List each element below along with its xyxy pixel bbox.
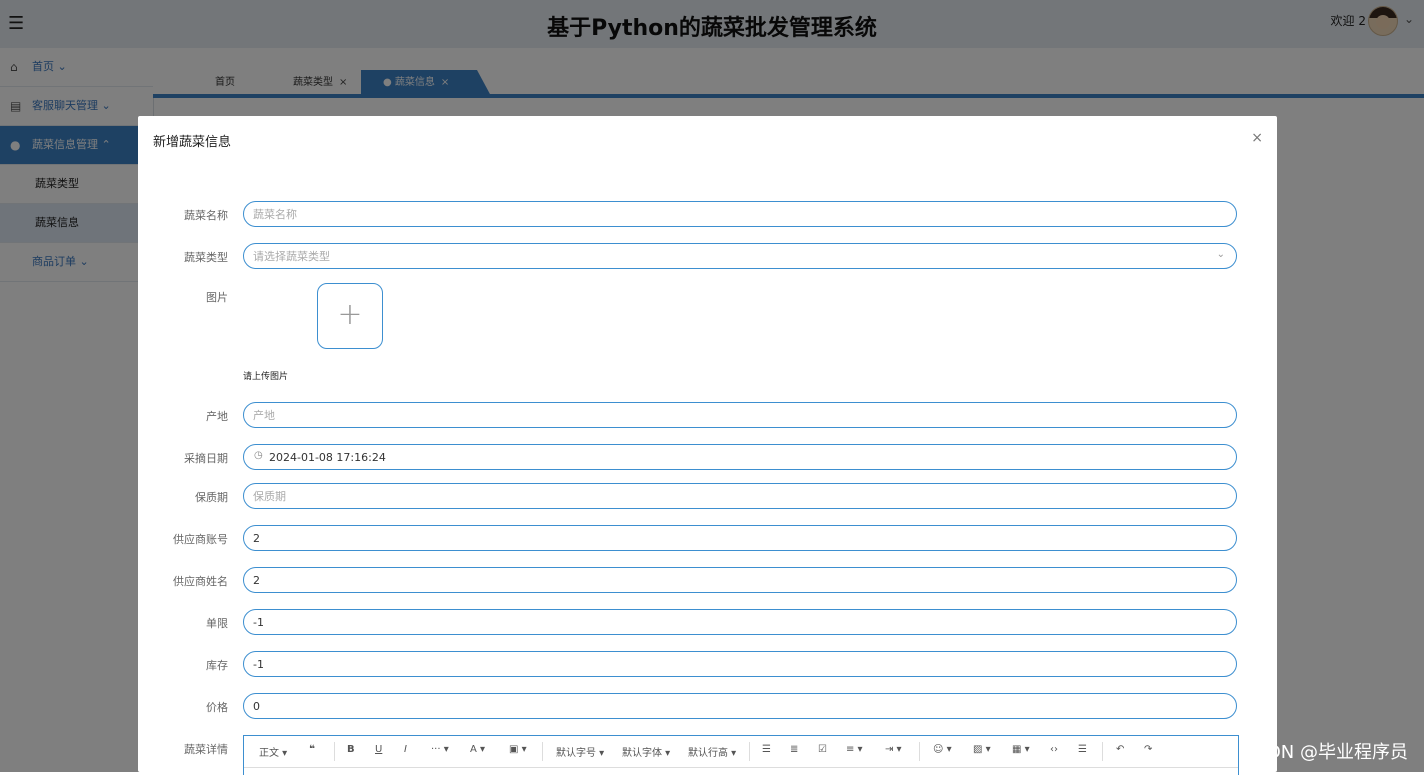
form-row-stock: 库存 bbox=[138, 651, 1277, 679]
indent-icon[interactable]: ⇥ ▾ bbox=[885, 744, 902, 755]
align-icon[interactable]: ≡ ▾ bbox=[846, 744, 863, 755]
form-row-origin: 产地 bbox=[138, 402, 1277, 430]
upload-hint: 请上传图片 bbox=[243, 372, 289, 382]
image-icon[interactable]: ▨ ▾ bbox=[973, 744, 991, 755]
form-row-supplier-name: 供应商姓名 bbox=[138, 567, 1277, 595]
divider-icon[interactable]: ☰ bbox=[1078, 744, 1087, 755]
shelf-life-input[interactable] bbox=[243, 483, 1237, 509]
form-row-type: 蔬菜类型 ⌄ bbox=[138, 243, 1277, 271]
vegetable-name-input[interactable] bbox=[243, 201, 1237, 227]
underline-icon[interactable]: U bbox=[375, 744, 382, 755]
close-icon[interactable]: × bbox=[1251, 130, 1263, 146]
price-input[interactable] bbox=[243, 693, 1237, 719]
field-label: 库存 bbox=[206, 659, 228, 672]
form-row-limit: 单限 bbox=[138, 609, 1277, 637]
italic-icon[interactable]: I bbox=[404, 744, 407, 755]
redo-icon[interactable]: ↷ bbox=[1144, 744, 1152, 755]
todo-icon[interactable]: ☑ bbox=[818, 744, 827, 755]
form-row-pick-date: 采摘日期 ◷ bbox=[138, 444, 1277, 472]
dialog-title: 新增蔬菜信息 bbox=[153, 135, 232, 150]
bold-icon[interactable]: B bbox=[347, 744, 355, 755]
field-label: 产地 bbox=[206, 410, 228, 423]
form-row-name: 蔬菜名称 bbox=[138, 201, 1277, 229]
font-color-icon[interactable]: A ▾ bbox=[470, 744, 485, 755]
field-label: 蔬菜详情 bbox=[184, 743, 228, 756]
font-family-select[interactable]: 默认字体 ▾ bbox=[622, 744, 670, 759]
field-label: 价格 bbox=[206, 701, 228, 714]
bulleted-list-icon[interactable]: ☰ bbox=[762, 744, 771, 755]
form-row-price: 价格 bbox=[138, 693, 1277, 721]
plus-icon: + bbox=[337, 297, 363, 332]
field-label: 蔬菜类型 bbox=[184, 251, 228, 264]
watermark: CSDN @毕业程序员 bbox=[1242, 742, 1408, 763]
add-vegetable-dialog: 新增蔬菜信息 × 蔬菜名称 蔬菜类型 ⌄ 图片 + 请上传图片 产地 采摘日期 … bbox=[138, 116, 1277, 775]
editor-toolbar: 正文 ▾ ❝ B U I ··· ▾ A ▾ ▣ ▾ 默认字号 ▾ 默认字体 ▾… bbox=[244, 736, 1238, 768]
field-label: 采摘日期 bbox=[184, 452, 228, 465]
chevron-down-icon: ⌄ bbox=[1216, 249, 1225, 260]
limit-input[interactable] bbox=[243, 609, 1237, 635]
more-icon[interactable]: ··· ▾ bbox=[431, 744, 449, 755]
form-row-supplier-account: 供应商账号 bbox=[138, 525, 1277, 553]
supplier-name-input[interactable] bbox=[243, 567, 1237, 593]
supplier-account-input[interactable] bbox=[243, 525, 1237, 551]
field-label: 单限 bbox=[206, 617, 228, 630]
undo-icon[interactable]: ↶ bbox=[1116, 744, 1124, 755]
image-upload-button[interactable]: + bbox=[317, 283, 383, 349]
vegetable-type-select[interactable] bbox=[243, 243, 1237, 269]
numbered-list-icon[interactable]: ≣ bbox=[790, 744, 798, 755]
code-icon[interactable]: ‹› bbox=[1050, 744, 1058, 755]
rich-text-editor[interactable]: 正文 ▾ ❝ B U I ··· ▾ A ▾ ▣ ▾ 默认字号 ▾ 默认字体 ▾… bbox=[243, 735, 1239, 775]
pick-date-input[interactable] bbox=[243, 444, 1237, 470]
clock-icon: ◷ bbox=[254, 450, 263, 461]
font-size-select[interactable]: 默认字号 ▾ bbox=[556, 744, 604, 759]
background-color-icon[interactable]: ▣ ▾ bbox=[509, 744, 527, 755]
emoji-icon[interactable]: ☺ ▾ bbox=[933, 744, 952, 755]
paragraph-select[interactable]: 正文 ▾ bbox=[259, 744, 287, 759]
field-label: 图片 bbox=[206, 291, 228, 304]
origin-input[interactable] bbox=[243, 402, 1237, 428]
table-icon[interactable]: ▦ ▾ bbox=[1012, 744, 1030, 755]
form-row-shelf-life: 保质期 bbox=[138, 483, 1277, 511]
stock-input[interactable] bbox=[243, 651, 1237, 677]
field-label: 供应商姓名 bbox=[173, 575, 228, 588]
line-height-select[interactable]: 默认行高 ▾ bbox=[688, 744, 736, 759]
field-label: 供应商账号 bbox=[173, 533, 228, 546]
field-label: 保质期 bbox=[195, 491, 228, 504]
field-label: 蔬菜名称 bbox=[184, 209, 228, 222]
quote-icon[interactable]: ❝ bbox=[309, 744, 315, 755]
form-row-image: 图片 bbox=[138, 283, 1277, 311]
